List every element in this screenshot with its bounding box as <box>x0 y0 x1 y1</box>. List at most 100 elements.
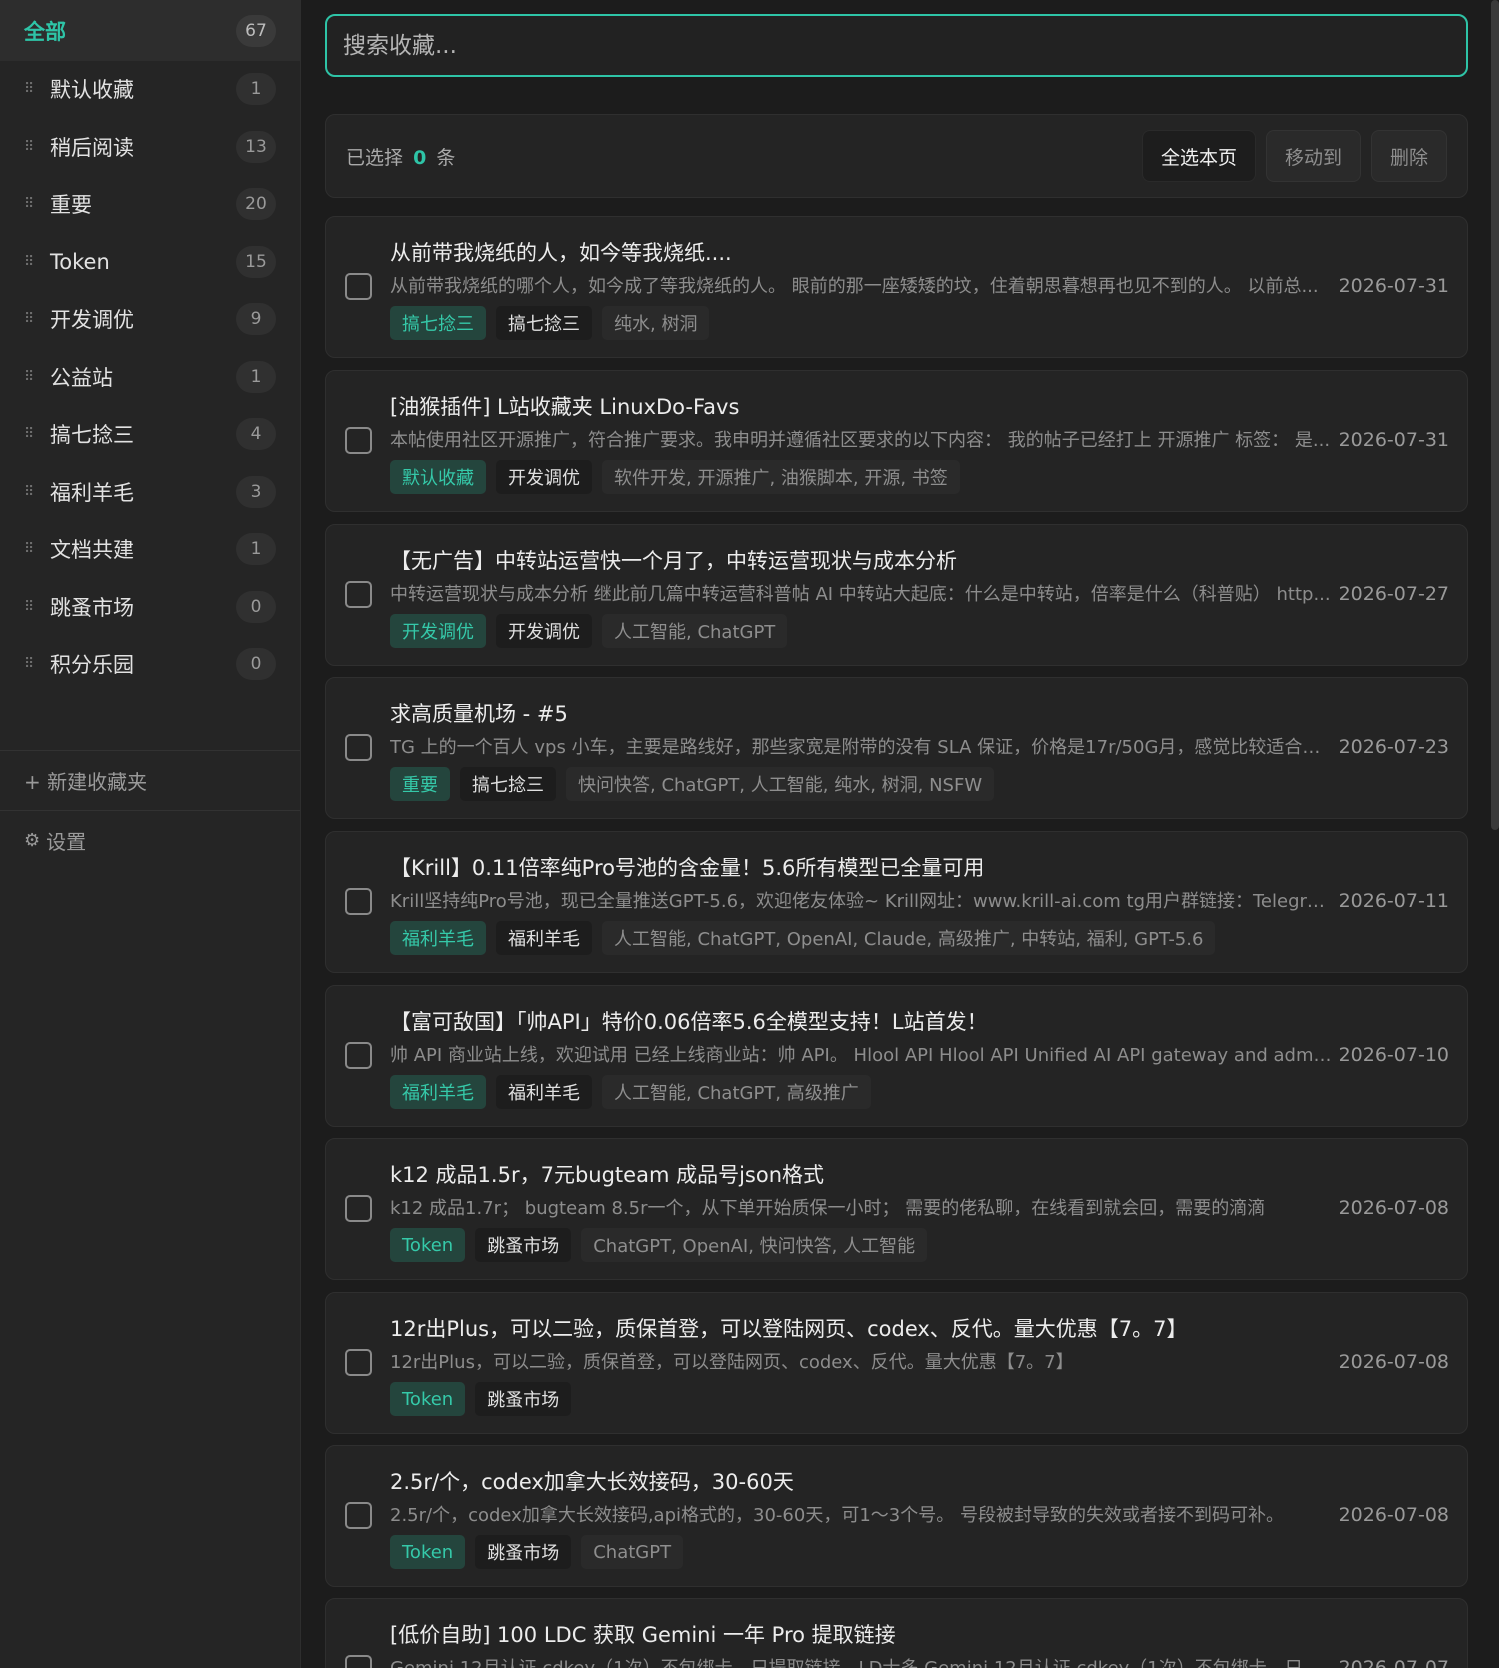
folder-tag[interactable]: 福利羊毛 <box>390 921 486 955</box>
select-checkbox[interactable] <box>345 888 372 915</box>
drag-handle-icon[interactable]: ⠿ <box>24 139 38 155</box>
card-date: 2026-07-07 <box>1338 1657 1449 1668</box>
sidebar-item-label: 公益站 <box>50 365 113 390</box>
settings-button[interactable]: ⚙ 设置 <box>24 826 86 855</box>
card-title[interactable]: [低价自助] 100 LDC 获取 Gemini 一年 Pro 提取链接 <box>390 1619 896 1649</box>
select-all-button[interactable]: 全选本页 <box>1141 130 1256 182</box>
card-date: 2026-07-23 <box>1338 736 1449 758</box>
category-tag[interactable]: 开发调优 <box>496 460 592 494</box>
folder-tag[interactable]: 重要 <box>390 767 450 801</box>
drag-handle-icon[interactable]: ⠿ <box>24 254 38 270</box>
category-tag[interactable]: 开发调优 <box>496 614 592 648</box>
folder-tag[interactable]: 搞七捻三 <box>390 306 486 340</box>
sidebar-item-count: 9 <box>236 302 276 335</box>
search-box[interactable] <box>325 14 1468 77</box>
sidebar-item[interactable]: ⠿ 跳蚤市场 0 <box>0 576 300 637</box>
select-checkbox[interactable] <box>345 581 372 608</box>
sidebar-item-label: 积分乐园 <box>50 652 134 677</box>
card-title[interactable]: 从前带我烧纸的人，如今等我烧纸.... <box>390 237 732 267</box>
sidebar-item-label: 稍后阅读 <box>50 135 134 160</box>
drag-handle-icon[interactable]: ⠿ <box>24 369 38 385</box>
sidebar-item-count: 0 <box>236 590 276 623</box>
drag-handle-icon[interactable]: ⠿ <box>24 81 38 97</box>
category-tag[interactable]: 搞七捻三 <box>460 767 556 801</box>
favorite-card[interactable]: 【无广告】中转站运营快一个月了，中转运营现状与成本分析中转运营现状与成本分析 继… <box>325 524 1468 666</box>
drag-handle-icon[interactable]: ⠿ <box>24 426 38 442</box>
favorite-card[interactable]: 求高质量机场 - #5 TG 上的一个百人 vps 小车，主要是路线好，那些家宽是… <box>325 677 1468 819</box>
favorite-card[interactable]: 【富可敌国】「帅API」特价0.06倍率5.6全模型支持！L站首发！ 帅 API … <box>325 985 1468 1127</box>
card-title[interactable]: 求高质量机场 - #5 <box>390 698 568 728</box>
category-tag[interactable]: 跳蚤市场 <box>475 1228 572 1262</box>
category-tag[interactable]: 福利羊毛 <box>496 1075 592 1109</box>
card-title[interactable]: 【Krill】0.11倍率纯Pro号池的含金量！5.6所有模型已全量可用 <box>390 852 984 882</box>
keyword-tags: 人工智能, ChatGPT, 高级推广 <box>602 1075 871 1109</box>
sidebar-item-label: 开发调优 <box>50 307 134 332</box>
new-folder-button[interactable]: + 新建收藏夹 <box>24 766 147 795</box>
favorite-card[interactable]: [油猴插件] L站收藏夹 LinuxDo-Favs 本帖使用社区开源推广，符合推广… <box>325 370 1468 512</box>
selected-suffix: 条 <box>436 146 456 169</box>
category-tag[interactable]: 福利羊毛 <box>496 921 592 955</box>
favorite-card[interactable]: k12 成品1.5r，7元bugteam 成品号json格式 k12 成品1.7r… <box>325 1138 1468 1280</box>
drag-handle-icon[interactable]: ⠿ <box>24 656 38 672</box>
selected-count: 0 <box>413 146 427 169</box>
move-to-button[interactable]: 移动到 <box>1265 130 1361 182</box>
card-title[interactable]: 2.5r/个，codex加拿大长效接码，30-60天 <box>390 1466 794 1496</box>
card-tags: 福利羊毛 福利羊毛 人工智能, ChatGPT, 高级推广 <box>390 1075 871 1109</box>
card-excerpt: Krill坚持纯Pro号池，现已全量推送GPT-5.6，欢迎佬友体验~ Kril… <box>390 891 1335 912</box>
category-tag[interactable]: 搞七捻三 <box>496 306 592 340</box>
select-checkbox[interactable] <box>345 1042 372 1069</box>
sidebar-item[interactable]: ⠿ 稍后阅读 13 <box>0 116 300 177</box>
folder-tag[interactable]: 开发调优 <box>390 614 486 648</box>
favorite-card[interactable]: 12r出Plus，可以二验，质保首登，可以登陆网页、codex、反代。量大优惠【… <box>325 1292 1468 1434</box>
card-title[interactable]: 12r出Plus，可以二验，质保首登，可以登陆网页、codex、反代。量大优惠【… <box>390 1313 1188 1343</box>
favorite-card[interactable]: [低价自助] 100 LDC 获取 Gemini 一年 Pro 提取链接 Gemi… <box>325 1598 1468 1668</box>
folder-tag[interactable]: Token <box>390 1228 466 1262</box>
select-checkbox[interactable] <box>345 734 372 761</box>
select-checkbox[interactable] <box>345 1502 372 1529</box>
favorite-card[interactable]: 【Krill】0.11倍率纯Pro号池的含金量！5.6所有模型已全量可用 Kril… <box>325 831 1468 973</box>
favorite-card[interactable]: 从前带我烧纸的人，如今等我烧纸.... 从前带我烧纸的哪个人，如今成了等我烧纸的人… <box>325 216 1468 358</box>
select-checkbox[interactable] <box>345 273 372 300</box>
selection-status: 已选择 0 条 <box>346 143 1132 170</box>
category-tag[interactable]: 跳蚤市场 <box>475 1535 572 1569</box>
favorite-card[interactable]: 2.5r/个，codex加拿大长效接码，30-60天 2.5r/个，codex加拿… <box>325 1445 1468 1587</box>
scrollbar[interactable] <box>1491 0 1499 830</box>
select-checkbox[interactable] <box>345 427 372 454</box>
select-checkbox[interactable] <box>345 1195 372 1222</box>
search-input[interactable] <box>343 32 1466 59</box>
sidebar-item[interactable]: ⠿ Token 15 <box>0 231 300 292</box>
sidebar-item[interactable]: ⠿ 搞七捻三 4 <box>0 403 300 464</box>
sidebar-item-count: 67 <box>236 14 276 47</box>
sidebar-item[interactable]: ⠿ 重要 20 <box>0 173 300 234</box>
card-excerpt: k12 成品1.7r； bugteam 8.5r一个，从下单开始质保一小时； 需… <box>390 1198 1266 1219</box>
sidebar-item[interactable]: ⠿ 积分乐园 0 <box>0 633 300 694</box>
card-title[interactable]: 【无广告】中转站运营快一个月了，中转运营现状与成本分析 <box>390 545 957 575</box>
card-title[interactable]: 【富可敌国】「帅API」特价0.06倍率5.6全模型支持！L站首发！ <box>390 1006 988 1036</box>
sidebar-item[interactable]: 全部 67 <box>0 0 300 61</box>
select-checkbox[interactable] <box>345 1655 372 1668</box>
card-title[interactable]: k12 成品1.5r，7元bugteam 成品号json格式 <box>390 1159 824 1189</box>
folder-tag[interactable]: 福利羊毛 <box>390 1075 486 1109</box>
folder-tag[interactable]: Token <box>390 1535 466 1569</box>
sidebar: 全部 67 ⠿ 默认收藏 1 ⠿ 稍后阅读 13 ⠿ 重要 20 ⠿ Token 15 ⠿ 开发调优 9 ⠿ 公益站… <box>0 0 301 1668</box>
drag-handle-icon[interactable]: ⠿ <box>24 484 38 500</box>
sidebar-item[interactable]: ⠿ 福利羊毛 3 <box>0 461 300 522</box>
delete-button[interactable]: 删除 <box>1370 130 1447 182</box>
drag-handle-icon[interactable]: ⠿ <box>24 541 38 557</box>
sidebar-item[interactable]: ⠿ 文档共建 1 <box>0 518 300 579</box>
folder-tag[interactable]: 默认收藏 <box>390 460 486 494</box>
drag-handle-icon[interactable]: ⠿ <box>24 311 38 327</box>
folder-tag[interactable]: Token <box>390 1382 466 1416</box>
category-tag[interactable]: 跳蚤市场 <box>475 1382 572 1416</box>
sidebar-item[interactable]: ⠿ 默认收藏 1 <box>0 58 300 119</box>
drag-handle-icon[interactable]: ⠿ <box>24 599 38 615</box>
sidebar-item[interactable]: ⠿ 开发调优 9 <box>0 288 300 349</box>
card-excerpt: 中转运营现状与成本分析 继此前几篇中转运营科普帖 AI 中转站大起底：什么是中转… <box>390 584 1331 605</box>
drag-handle-icon[interactable]: ⠿ <box>24 196 38 212</box>
sidebar-item-count: 20 <box>236 187 276 220</box>
sidebar-item-label: 福利羊毛 <box>50 480 134 505</box>
card-title[interactable]: [油猴插件] L站收藏夹 LinuxDo-Favs <box>390 391 739 421</box>
keyword-tags: ChatGPT, OpenAI, 快问快答, 人工智能 <box>581 1228 928 1262</box>
sidebar-item[interactable]: ⠿ 公益站 1 <box>0 346 300 407</box>
select-checkbox[interactable] <box>345 1349 372 1376</box>
